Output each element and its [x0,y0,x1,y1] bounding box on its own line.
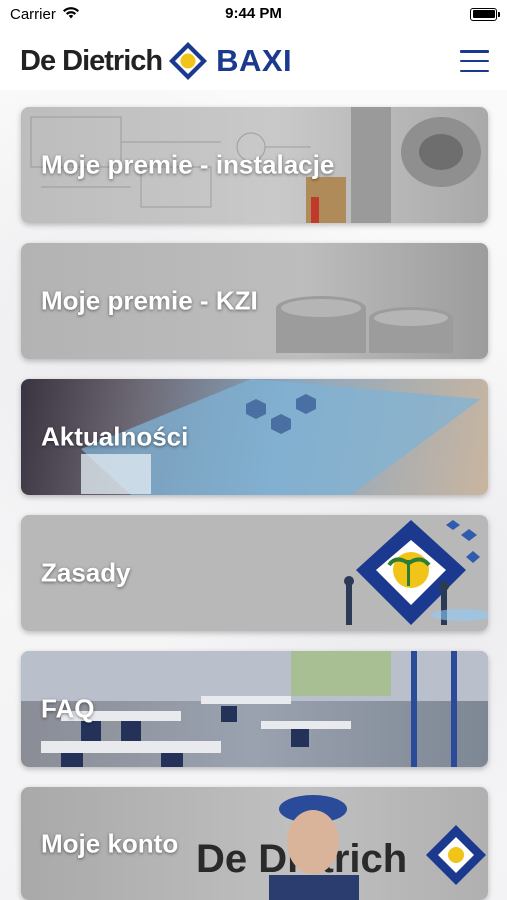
card-label: FAQ [41,693,95,724]
card-faq[interactable]: FAQ [21,651,488,767]
logo-de-dietrich: De Dietrich [20,44,163,77]
card-label: Moje premie - KZI [41,285,258,316]
status-bar: Carrier 9:44 PM [0,0,507,28]
card-label: Zasady [41,557,131,588]
diamond-logo-icon [168,41,208,81]
card-label: Moje premie - instalacje [41,149,335,180]
card-moje-premie-instalacje[interactable]: Moje premie - instalacje [21,107,488,223]
hamburger-menu-icon[interactable] [460,50,489,72]
app-header: De Dietrich BAXI [0,32,507,90]
menu-card-list: Moje premie - instalacje Moje premie - K… [21,107,488,900]
card-zasady[interactable]: Zasady [21,515,488,631]
card-label: Moje konto [41,828,179,858]
status-time: 9:44 PM [225,5,282,22]
card-moje-premie-kzi[interactable]: Moje premie - KZI [21,243,488,359]
logo-baxi: BAXI [216,43,293,78]
card-aktualnosci[interactable]: Aktualności [21,379,488,495]
card-label: Aktualności [41,421,189,452]
battery-icon [470,7,500,21]
card-moje-konto[interactable]: De Dietrich Moje konto [21,787,488,900]
